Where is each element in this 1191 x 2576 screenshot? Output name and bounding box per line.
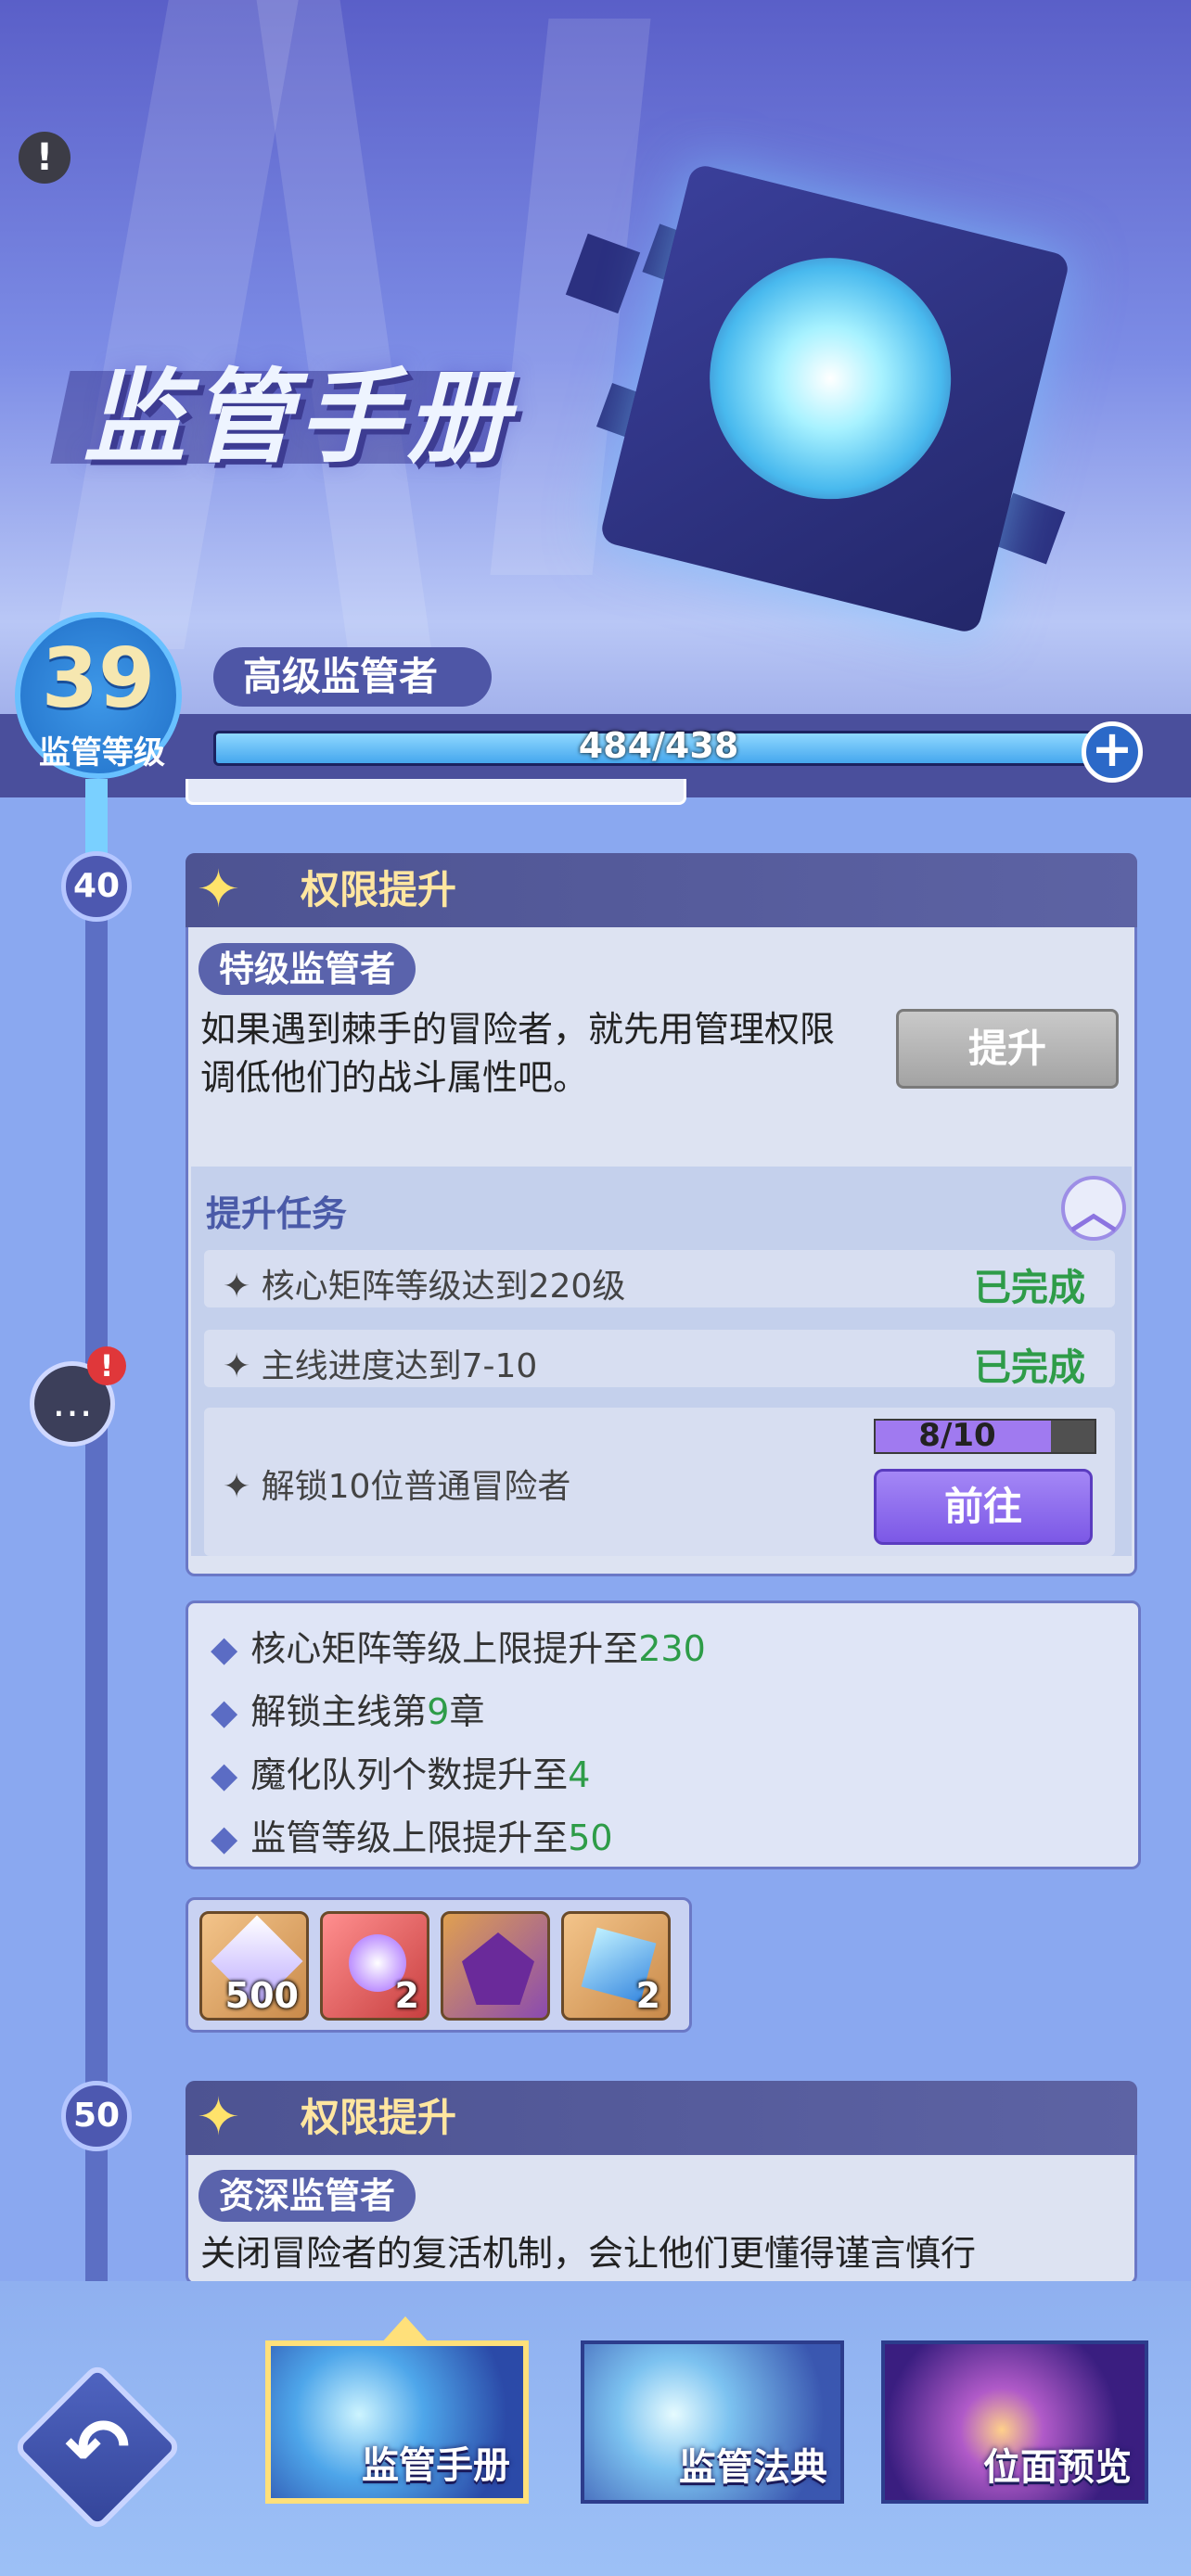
rank-pill: 高级监管者 xyxy=(213,647,492,707)
progress-rail-filled xyxy=(85,779,108,853)
reward-text: 核心矩阵等级上限提升至 xyxy=(250,1628,639,1669)
sparkle-icon: ✦ xyxy=(197,2087,240,2148)
rank-tag: 资深监管者 xyxy=(198,2170,416,2222)
item-cube-card[interactable]: 2 xyxy=(561,1911,671,2021)
level-node-50: 50 xyxy=(61,2081,132,2151)
diamond-bullet-icon: ◆ xyxy=(211,1754,238,1795)
reward-line: ◆ 监管等级上限提升至50 xyxy=(211,1809,613,1860)
dragon-icon xyxy=(462,1932,534,2005)
card-title: 权限提升 xyxy=(301,867,457,912)
task-section-title: 提升任务 xyxy=(206,1193,348,1234)
item-count: 2 xyxy=(394,1975,419,2016)
item-dragon-card[interactable] xyxy=(441,1911,550,2021)
previous-card-edge xyxy=(186,779,686,805)
tab-label: 位面预览 xyxy=(983,2446,1132,2489)
task-row: ✦ 主线进度达到7-10 已完成 xyxy=(204,1330,1115,1389)
go-button[interactable]: 前往 xyxy=(874,1469,1093,1545)
reward-suffix: 章 xyxy=(449,1691,485,1732)
reward-text: 解锁主线第 xyxy=(250,1691,428,1732)
item-star-crystal[interactable]: 500 xyxy=(199,1911,309,2021)
reward-value: 4 xyxy=(568,1754,591,1795)
task-progress-text: 8/10 xyxy=(918,1417,996,1454)
item-purple-orb[interactable]: 2 xyxy=(320,1911,429,2021)
reward-text: 魔化队列个数提升至 xyxy=(250,1754,569,1795)
add-xp-button[interactable]: + xyxy=(1082,721,1143,783)
reward-text: 监管等级上限提升至 xyxy=(250,1817,569,1858)
notification-badge: ! xyxy=(87,1346,126,1385)
tab-plane-preview[interactable]: 位面预览 xyxy=(881,2340,1148,2504)
unlock-rewards-list: ◆ 核心矩阵等级上限提升至230 ◆ 解锁主线第9章 ◆ 魔化队列个数提升至4 ◆ 监管… xyxy=(186,1600,1141,1869)
item-count: 2 xyxy=(635,1975,660,2016)
diamond-bullet-icon: ◆ xyxy=(211,1691,238,1732)
cube-core-glow xyxy=(684,232,977,525)
rank-tag: 特级监管者 xyxy=(198,943,416,995)
reward-value: 230 xyxy=(638,1628,706,1669)
sparkle-icon: ✦ xyxy=(197,860,240,920)
progress-rail xyxy=(85,797,108,2281)
level-node-40: 40 xyxy=(61,851,132,922)
collapse-chevron-icon[interactable]: ︿ xyxy=(1061,1176,1126,1241)
card-title: 权限提升 xyxy=(301,2095,457,2140)
reward-items-row: 500 2 2 xyxy=(186,1897,692,2033)
diamond-bullet-icon: ◆ xyxy=(211,1628,238,1669)
tab-label: 监管法典 xyxy=(679,2446,827,2489)
level-number: 39 xyxy=(41,631,156,726)
task-label: ✦ 解锁10位普通冒险者 xyxy=(223,1468,571,1506)
reward-line: ◆ 解锁主线第9章 xyxy=(211,1683,484,1734)
back-arrow-icon: ↶ xyxy=(64,2402,131,2493)
reward-line: ◆ 魔化队列个数提升至4 xyxy=(211,1746,590,1797)
xp-text: 484/438 xyxy=(578,725,739,766)
task-status: 已完成 xyxy=(974,1346,1085,1389)
info-alert-icon[interactable]: ! xyxy=(19,132,70,184)
item-count: 500 xyxy=(224,1975,299,2016)
background-beam xyxy=(54,0,299,649)
reward-line: ◆ 核心矩阵等级上限提升至230 xyxy=(211,1620,706,1671)
reward-value: 9 xyxy=(427,1691,450,1732)
tab-supervision-codex[interactable]: 监管法典 xyxy=(581,2340,844,2504)
description-line-2: 调低他们的战斗属性吧。 xyxy=(200,1057,589,1098)
task-label: ✦ 核心矩阵等级达到220级 xyxy=(223,1268,626,1306)
task-label: ✦ 主线进度达到7-10 xyxy=(223,1347,538,1385)
page-title: 监管手册 xyxy=(83,358,514,477)
task-status: 已完成 xyxy=(974,1267,1085,1309)
upgrade-button[interactable]: 提升 xyxy=(896,1009,1119,1089)
tab-supervision-manual[interactable]: 监管手册 xyxy=(265,2340,529,2504)
description-line-1: 关闭冒险者的复活机制，会让他们更懂得谨言慎行 xyxy=(200,2233,977,2274)
level-label: 监管等级 xyxy=(39,734,165,772)
task-row: ✦ 核心矩阵等级达到220级 已完成 xyxy=(204,1250,1115,1309)
diamond-bullet-icon: ◆ xyxy=(211,1817,238,1858)
description-line-1: 如果遇到棘手的冒险者，就先用管理权限 xyxy=(200,1009,836,1050)
tab-label: 监管手册 xyxy=(362,2444,510,2487)
reward-value: 50 xyxy=(568,1817,613,1858)
